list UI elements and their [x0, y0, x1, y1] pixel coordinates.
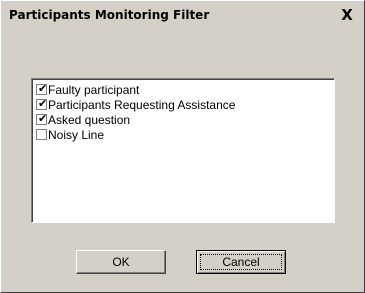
- close-icon[interactable]: X: [339, 8, 355, 23]
- filter-item-label: Participants Requesting Assistance: [48, 98, 236, 112]
- filter-item-label: Faulty participant: [48, 83, 140, 97]
- check-mark-icon: ✔: [38, 97, 48, 110]
- check-mark-icon: ✔: [38, 82, 48, 95]
- ok-button[interactable]: OK: [76, 250, 166, 274]
- dialog-title: Participants Monitoring Filter: [9, 8, 210, 22]
- filter-item-asked-question[interactable]: ✔ Asked question: [36, 112, 326, 128]
- cancel-button-label: Cancel: [200, 254, 282, 270]
- noisy-line-checkbox[interactable]: [36, 129, 47, 140]
- asked-question-checkbox[interactable]: ✔: [36, 112, 48, 125]
- participants-requesting-assistance-checkbox[interactable]: ✔: [36, 97, 48, 110]
- participants-monitoring-filter-dialog: Participants Monitoring Filter X ✔ Fault…: [0, 0, 365, 293]
- filter-item-noisy-line[interactable]: Noisy Line: [36, 128, 326, 143]
- filter-item-faulty-participant[interactable]: ✔ Faulty participant: [36, 82, 326, 98]
- check-mark-icon: ✔: [38, 112, 48, 125]
- title-bar[interactable]: Participants Monitoring Filter X: [3, 3, 362, 29]
- filter-item-label: Noisy Line: [48, 128, 105, 142]
- filter-item-label: Asked question: [48, 113, 131, 127]
- filter-item-participants-requesting-assistance[interactable]: ✔ Participants Requesting Assistance: [36, 97, 326, 113]
- cancel-button[interactable]: Cancel: [196, 250, 286, 274]
- filter-checklist: ✔ Faulty participant ✔ Participants Requ…: [31, 78, 335, 223]
- faulty-participant-checkbox[interactable]: ✔: [36, 82, 48, 95]
